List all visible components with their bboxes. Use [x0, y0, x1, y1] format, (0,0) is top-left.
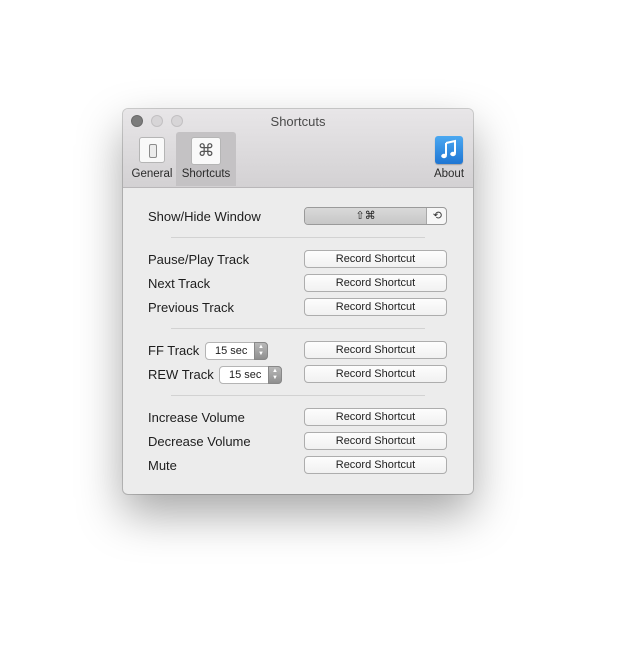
switch-icon — [139, 137, 165, 163]
increase-volume-record-button[interactable]: Record Shortcut — [304, 408, 447, 426]
previous-track-label: Previous Track — [148, 300, 234, 315]
ff-interval-select[interactable]: 15 sec ▲ ▼ — [205, 342, 268, 360]
previous-track-row: Previous Track Record Shortcut — [148, 298, 448, 320]
stepper-down-icon[interactable]: ▼ — [255, 351, 267, 358]
desktop: Shortcuts General ⌘ Shortcuts About Show… — [0, 0, 627, 646]
increase-volume-label: Increase Volume — [148, 410, 245, 425]
mute-label: Mute — [148, 458, 177, 473]
show-hide-shortcut-keys[interactable]: ⇧⌘ — [305, 208, 427, 224]
stepper-up-icon[interactable]: ▲ — [255, 344, 267, 351]
tab-about[interactable]: About — [429, 132, 469, 186]
stepper-down-icon[interactable]: ▼ — [269, 375, 281, 382]
mute-row: Mute Record Shortcut — [148, 456, 448, 478]
show-hide-label: Show/Hide Window — [148, 209, 261, 224]
mute-record-button[interactable]: Record Shortcut — [304, 456, 447, 474]
ff-interval-stepper[interactable]: ▲ ▼ — [254, 342, 268, 360]
decrease-volume-record-button[interactable]: Record Shortcut — [304, 432, 447, 450]
ff-track-label: FF Track — [148, 343, 200, 358]
pause-play-record-button[interactable]: Record Shortcut — [304, 250, 447, 268]
ff-track-row: FF Track 15 sec ▲ ▼ Record Shortcut — [148, 341, 448, 363]
decrease-volume-label: Decrease Volume — [148, 434, 251, 449]
tab-shortcuts[interactable]: ⌘ Shortcuts — [176, 132, 236, 186]
next-track-row: Next Track Record Shortcut — [148, 274, 448, 296]
next-track-record-button[interactable]: Record Shortcut — [304, 274, 447, 292]
tab-general-label: General — [131, 168, 173, 180]
pause-play-label: Pause/Play Track — [148, 252, 250, 267]
show-hide-shortcut-field[interactable]: ⇧⌘ ⟲ — [304, 207, 447, 225]
rew-interval-select[interactable]: 15 sec ▲ ▼ — [219, 366, 282, 384]
separator — [171, 395, 425, 396]
reset-icon[interactable]: ⟲ — [433, 208, 442, 224]
rew-interval-stepper[interactable]: ▲ ▼ — [268, 366, 282, 384]
tab-shortcuts-label: Shortcuts — [181, 168, 231, 180]
window-title: Shortcuts — [270, 114, 326, 129]
increase-volume-row: Increase Volume Record Shortcut — [148, 408, 448, 430]
pause-play-row: Pause/Play Track Record Shortcut — [148, 250, 448, 272]
rew-track-label: REW Track — [148, 367, 214, 382]
next-track-label: Next Track — [148, 276, 211, 291]
show-hide-row: Show/Hide Window ⇧⌘ ⟲ — [148, 207, 448, 229]
tab-general[interactable]: General — [127, 132, 177, 186]
shortcuts-preferences-window: Shortcuts General ⌘ Shortcuts About Show… — [123, 109, 473, 494]
separator — [171, 328, 425, 329]
stepper-up-icon[interactable]: ▲ — [269, 368, 281, 375]
command-icon: ⌘ — [191, 137, 221, 165]
decrease-volume-row: Decrease Volume Record Shortcut — [148, 432, 448, 454]
rew-interval-value: 15 sec — [229, 369, 262, 381]
ff-track-record-button[interactable]: Record Shortcut — [304, 341, 447, 359]
tab-about-label: About — [433, 168, 465, 180]
ff-interval-value: 15 sec — [215, 345, 248, 357]
window-toolbar: Shortcuts General ⌘ Shortcuts About — [123, 109, 473, 188]
music-note-icon — [435, 136, 463, 164]
previous-track-record-button[interactable]: Record Shortcut — [304, 298, 447, 316]
rew-track-row: REW Track 15 sec ▲ ▼ Record Shortcut — [148, 365, 448, 387]
separator — [171, 237, 425, 238]
rew-track-record-button[interactable]: Record Shortcut — [304, 365, 447, 383]
